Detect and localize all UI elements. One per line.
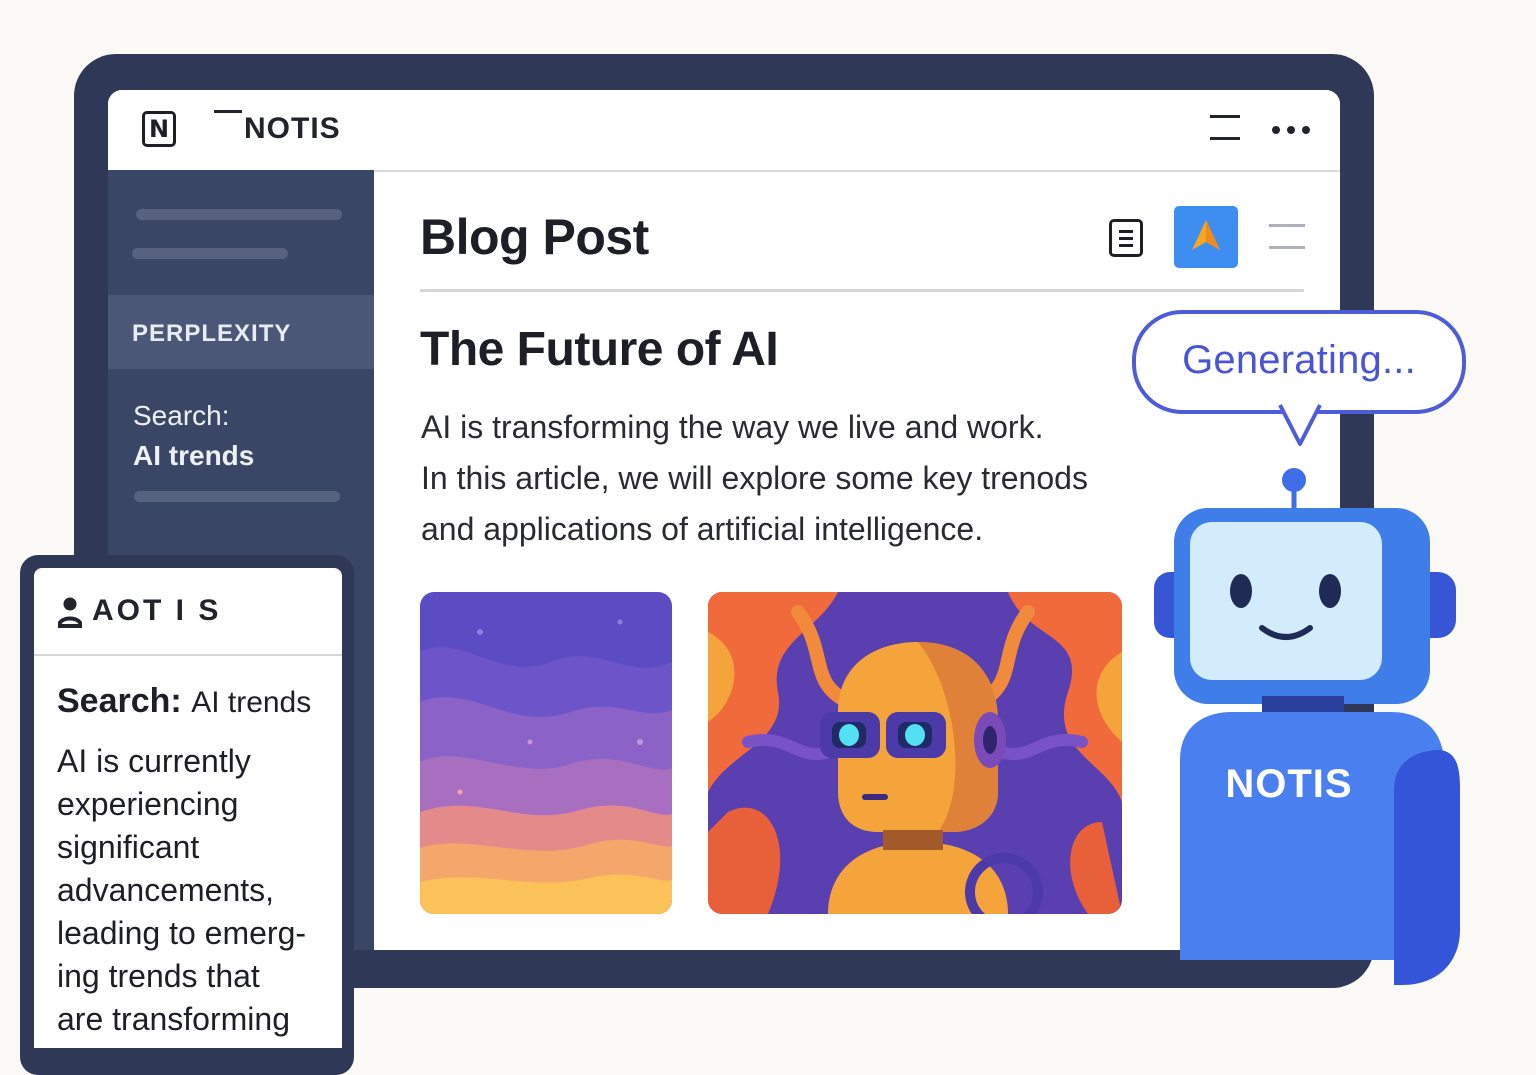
sidebar-placeholder-line	[136, 209, 342, 220]
panel-title: AOT I S	[92, 594, 222, 627]
ai-assistant-button[interactable]	[1174, 206, 1238, 268]
list-icon[interactable]	[1269, 224, 1305, 252]
sidebar-search-label: Search:	[133, 400, 230, 431]
sidebar-placeholder-line	[132, 248, 288, 259]
panel-line: AI is currently	[57, 743, 251, 779]
sidebar-item-label: PERPLEXITY	[132, 320, 292, 347]
article-title[interactable]: The Future of AI	[420, 322, 779, 377]
notion-logo-icon[interactable]: N	[142, 111, 176, 147]
sidebar-placeholder-line	[134, 491, 340, 502]
article-body[interactable]: AI is transforming the way we live and w…	[421, 402, 1181, 555]
side-panel: AOT I S Search: AI trends AI is currentl…	[34, 568, 342, 1048]
sidebar-search-query[interactable]: Search: AI trends	[133, 396, 254, 476]
app-title: NOTIS	[244, 112, 341, 145]
panel-search-query[interactable]: Search: AI trends	[57, 682, 311, 721]
status-bubble: Generating...	[1132, 310, 1466, 414]
panel-line: ing trends that	[57, 958, 260, 994]
panel-search-value: AI trends	[191, 686, 312, 719]
panel-response-text: AI is currently experiencing significant…	[57, 740, 342, 1041]
article-line: In this article, we will explore some ke…	[421, 460, 1088, 496]
status-text: Generating...	[1182, 338, 1416, 382]
robot-illustration-image[interactable]	[708, 592, 1122, 914]
panel-line: experiencing	[57, 786, 239, 822]
hamburger-menu-icon[interactable]	[1210, 115, 1242, 141]
panel-line: leading to emerg-	[57, 915, 307, 951]
panel-search-label: Search:	[57, 682, 182, 720]
more-dots-icon[interactable]	[1272, 126, 1312, 134]
abstract-image[interactable]	[420, 592, 672, 914]
panel-line: are transforming	[57, 1001, 290, 1037]
page-title: Blog Post	[420, 209, 649, 265]
robot-mascot[interactable]	[1140, 460, 1470, 1000]
title-divider	[420, 289, 1304, 292]
top-bar: N NOTIS	[108, 90, 1340, 172]
mascot-label: NOTIS	[1225, 762, 1353, 806]
panel-line: significant	[57, 829, 200, 865]
person-icon	[56, 596, 84, 628]
bubble-tail	[1278, 404, 1322, 446]
panel-line: advancements,	[57, 872, 275, 908]
document-icon[interactable]	[1109, 219, 1143, 257]
ai-arrow-icon	[1192, 220, 1220, 250]
article-line: and applications of artificial intellige…	[421, 511, 984, 547]
article-line: AI is transforming the way we live and w…	[421, 409, 1044, 445]
title-accent-mark	[214, 110, 242, 113]
panel-header: AOT I S	[34, 568, 342, 656]
sidebar-search-value: AI trends	[133, 440, 255, 471]
